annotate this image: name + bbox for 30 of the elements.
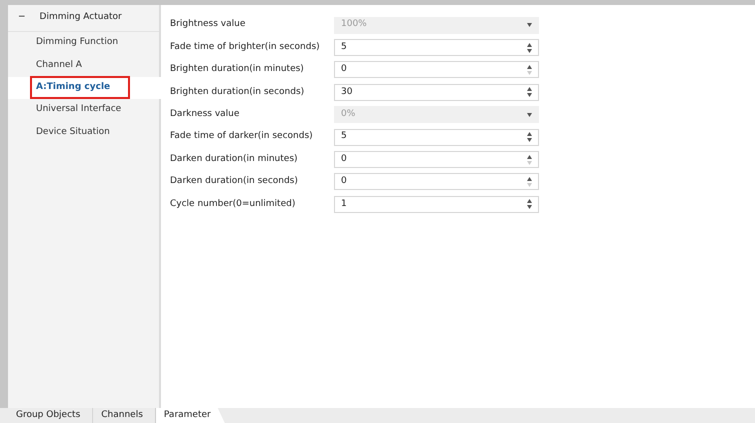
spin-arrows-icon[interactable] [527,87,532,98]
spin-field[interactable]: 0 [334,173,539,190]
parameter-label: Brighten duration(in minutes) [170,63,305,76]
dropdown-arrow-icon [527,112,532,117]
collapse-toggle[interactable]: − [18,11,26,25]
tree-node-label[interactable]: Dimming Actuator [40,11,122,25]
dropdown-arrow-icon [527,23,532,28]
sidebar-item[interactable]: Device Situation [32,124,114,140]
sidebar-item[interactable]: Universal Interface [32,102,126,118]
spin-arrows-icon[interactable] [527,42,532,53]
parameter-label: Brighten duration(in seconds) [170,86,306,99]
parameter-label: Fade time of darker(in seconds) [170,130,314,144]
spin-field[interactable]: 0 [334,61,539,78]
parameter-label: Darken duration(in seconds) [170,175,299,188]
spin-field[interactable]: 5 [334,39,539,56]
tab[interactable]: Group Objects [8,408,94,423]
spin-field[interactable]: 5 [334,128,539,146]
sidebar-item[interactable]: Channel A [32,58,86,74]
parameter-label: Cycle number(0=unlimited) [170,198,296,211]
parameter-label: Darken duration(in minutes) [170,152,299,166]
parameter-label: Fade time of brighter(in seconds) [170,40,321,54]
parameter-label: Brightness value [170,18,246,32]
sidebar-item[interactable]: Dimming Function [32,35,122,51]
spin-field[interactable]: 1 [334,196,539,213]
spin-arrows-icon[interactable] [527,199,532,210]
spin-field[interactable]: 30 [334,84,539,101]
tab[interactable]: Parameter [154,408,225,423]
spin-arrows-icon[interactable] [527,132,532,142]
spin-field[interactable]: 0 [334,151,539,168]
parameter-label: Darkness value [170,108,240,121]
